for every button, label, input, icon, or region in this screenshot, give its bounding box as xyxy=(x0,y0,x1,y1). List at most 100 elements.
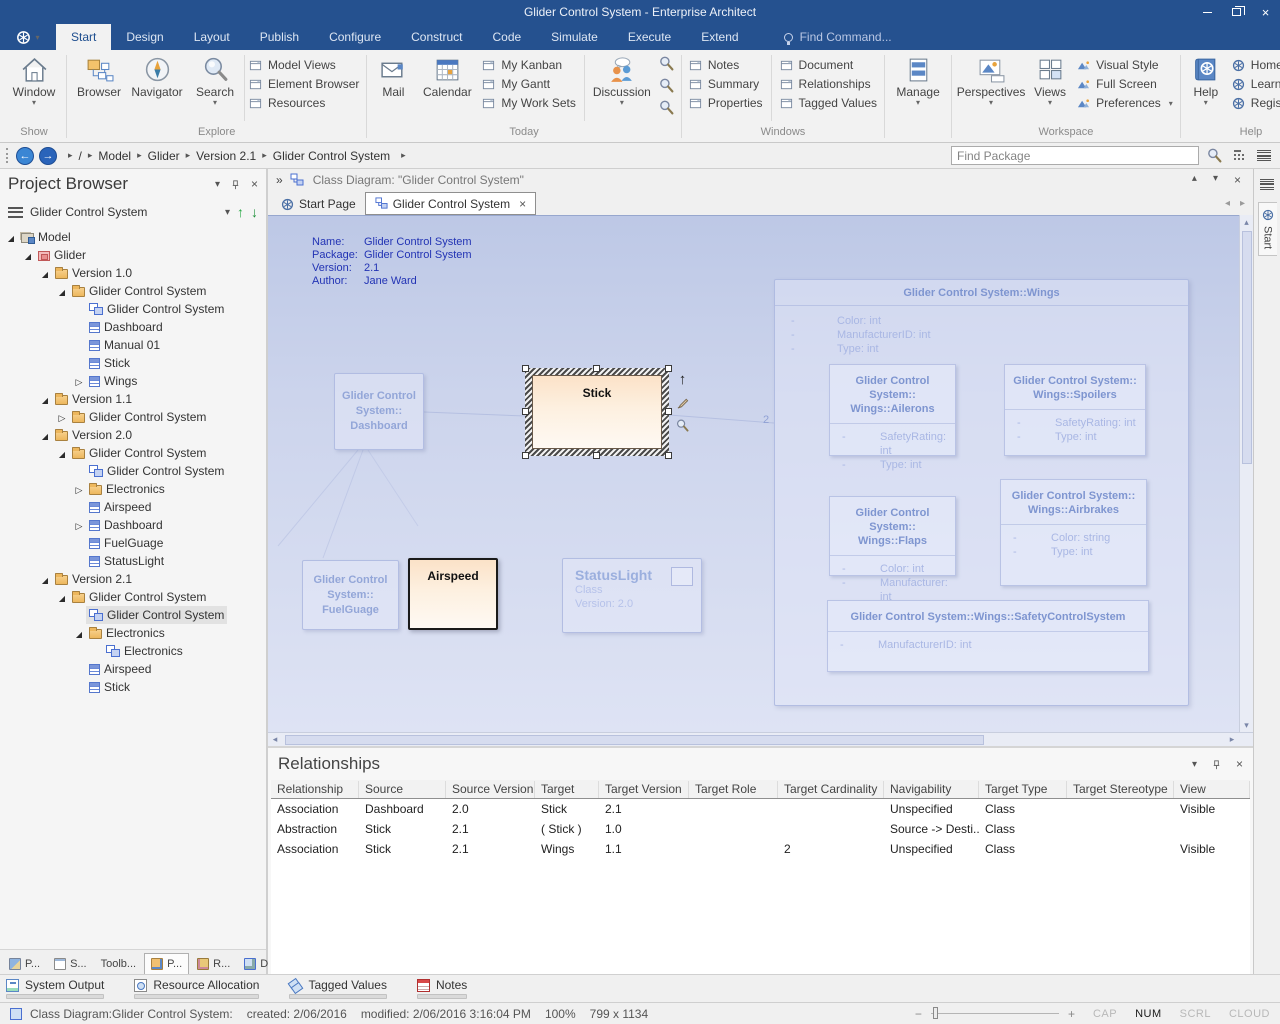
ghost-element-statuslight[interactable]: StatusLight ClassVersion: 2.0 xyxy=(562,558,702,633)
column-header[interactable]: Target Role xyxy=(689,781,778,798)
table-row[interactable]: AssociationDashboard 2.0Stick 2.1 Unspec… xyxy=(271,799,1250,819)
tree-expand-icon[interactable] xyxy=(38,392,52,406)
ribbon-tab[interactable]: Execute xyxy=(613,24,686,50)
tree-item[interactable]: Model xyxy=(0,228,266,246)
ribbon-small-button[interactable]: Visual Style▾ xyxy=(1077,58,1173,72)
tree-expand-icon[interactable] xyxy=(38,266,52,280)
search-recent-button[interactable] xyxy=(659,100,674,115)
browser-hamburger-button[interactable] xyxy=(8,207,23,218)
docked-tab[interactable]: Toolb... xyxy=(95,953,142,974)
chevron-down-icon[interactable]: ▾ xyxy=(1213,173,1218,187)
breadcrumb-item[interactable]: Glider xyxy=(148,149,180,163)
tab-scroll-left-icon[interactable]: ◂ xyxy=(1225,198,1230,209)
tree-expand-icon[interactable] xyxy=(38,572,52,586)
tree-item[interactable]: Glider xyxy=(0,246,266,264)
ribbon-small-button[interactable]: Properties xyxy=(689,96,763,110)
magnifier-icon[interactable] xyxy=(676,419,689,432)
tree-item[interactable]: Electronics xyxy=(0,642,266,660)
tree-expand-icon[interactable] xyxy=(72,626,86,640)
column-header[interactable]: View xyxy=(1174,781,1250,798)
tree-item[interactable]: Glider Control System xyxy=(0,300,266,318)
bottom-panel-tab[interactable]: Tagged Values xyxy=(289,978,387,999)
tree-expand-icon[interactable] xyxy=(55,590,69,604)
root-selector[interactable]: Glider Control System xyxy=(30,205,218,219)
bottom-panel-tab[interactable]: System Output xyxy=(6,978,104,999)
resize-handle[interactable] xyxy=(665,452,672,459)
pin-icon[interactable] xyxy=(230,179,241,190)
tree-item[interactable]: FuelGuage xyxy=(0,534,266,552)
ribbon-small-button[interactable]: My Gantt xyxy=(482,77,575,91)
ghost-class-safetycontrolsystem[interactable]: Glider Control System::Wings::SafetyCont… xyxy=(827,600,1149,672)
tree-item[interactable]: Glider Control System xyxy=(0,408,266,426)
tree-item[interactable]: Version 1.0 xyxy=(0,264,266,282)
resize-handle[interactable] xyxy=(593,452,600,459)
bottom-panel-tab[interactable]: Notes xyxy=(417,978,467,999)
ribbon-tab[interactable]: Code xyxy=(477,24,536,50)
resize-handle[interactable] xyxy=(593,365,600,372)
panel-close-button[interactable]: × xyxy=(1236,757,1243,771)
ribbon-tab[interactable]: Extend xyxy=(686,24,753,50)
tree-expand-icon[interactable] xyxy=(4,230,18,244)
dock-menu-button[interactable] xyxy=(1257,174,1277,194)
bottom-panel-tab[interactable]: Resource Allocation xyxy=(134,978,259,999)
tree-item[interactable]: Wings xyxy=(0,372,266,390)
tree-expand-icon[interactable] xyxy=(21,248,35,262)
toolbar-menu-button[interactable] xyxy=(1254,146,1274,166)
column-header[interactable]: Relationship xyxy=(271,781,359,798)
ribbon-small-button[interactable]: Element Browser xyxy=(249,77,359,91)
window-button[interactable]: Window ▾ xyxy=(5,51,63,106)
scrollbar-thumb[interactable] xyxy=(1242,231,1252,464)
tab-close-icon[interactable]: × xyxy=(519,197,526,211)
tree-item[interactable]: StatusLight xyxy=(0,552,266,570)
scroll-up-icon[interactable]: ▴ xyxy=(1240,215,1253,229)
column-header[interactable]: Target Version xyxy=(599,781,689,798)
docked-tab[interactable]: P... xyxy=(144,953,189,974)
tree-item[interactable]: Glider Control System xyxy=(0,606,266,624)
breadcrumb-item[interactable]: Version 2.1 xyxy=(196,149,256,163)
ribbon-small-button[interactable]: Resources xyxy=(249,96,359,110)
find-command[interactable]: Find Command... xyxy=(784,24,892,50)
resize-handle[interactable] xyxy=(522,365,529,372)
tree-item[interactable]: Glider Control System xyxy=(0,444,266,462)
breadcrumb-item[interactable]: Glider Control System xyxy=(273,149,390,163)
ribbon-small-button[interactable]: Preferences▾ xyxy=(1077,96,1173,110)
element-stick-selected[interactable]: Stick xyxy=(525,368,669,456)
tree-expand-icon[interactable] xyxy=(55,410,69,424)
app-menu-button[interactable]: ▾ xyxy=(0,24,56,50)
ribbon-small-button[interactable]: Summary xyxy=(689,77,763,91)
zoom-out-icon[interactable]: − xyxy=(915,1007,922,1021)
resize-handle[interactable] xyxy=(522,452,529,459)
resize-handle[interactable] xyxy=(665,365,672,372)
package-list-button[interactable] xyxy=(1229,146,1249,166)
horizontal-scrollbar[interactable]: ◂ ▸ xyxy=(268,732,1239,746)
tree-item[interactable]: Dashboard xyxy=(0,318,266,336)
tree-item[interactable]: Dashboard xyxy=(0,516,266,534)
ribbon-tab[interactable]: Simulate xyxy=(536,24,613,50)
ribbon-small-button[interactable]: Learn xyxy=(1232,77,1280,91)
ribbon-small-button[interactable]: My Kanban xyxy=(482,58,575,72)
minimize-button[interactable] xyxy=(1193,0,1222,24)
tree-item[interactable]: Manual 01 xyxy=(0,336,266,354)
column-header[interactable]: Source xyxy=(359,781,446,798)
close-icon[interactable]: × xyxy=(1234,173,1241,187)
ribbon-small-button[interactable]: My Work Sets xyxy=(482,96,575,110)
tree-item[interactable]: Airspeed xyxy=(0,660,266,678)
zoom-thumb[interactable] xyxy=(933,1007,938,1019)
ribbon-small-button[interactable]: Full Screen▾ xyxy=(1077,77,1173,91)
find-package-input[interactable] xyxy=(951,146,1199,165)
ribbon-tab[interactable]: Design xyxy=(111,24,178,50)
column-header[interactable]: Navigability xyxy=(884,781,979,798)
collapse-icon[interactable]: ▴ xyxy=(1192,173,1197,187)
ribbon-small-button[interactable]: Home Page xyxy=(1232,58,1280,72)
browser-button[interactable]: Browser xyxy=(70,51,128,99)
scroll-left-icon[interactable]: ◂ xyxy=(268,733,282,747)
ghost-class-spoilers[interactable]: Glider Control System::Wings::Spoilers -… xyxy=(1004,364,1146,456)
table-row[interactable]: AbstractionStick 2.1( Stick ) 1.0 Source… xyxy=(271,819,1250,839)
discussion-button[interactable]: Discussion ▾ xyxy=(589,51,655,106)
restore-button[interactable] xyxy=(1222,0,1251,24)
scrollbar-thumb[interactable] xyxy=(285,735,984,745)
ribbon-small-button[interactable]: Relationships xyxy=(780,77,878,91)
column-header[interactable]: Target Cardinality xyxy=(778,781,884,798)
find-package-search-button[interactable] xyxy=(1204,146,1224,166)
column-header[interactable]: Target Type xyxy=(979,781,1067,798)
